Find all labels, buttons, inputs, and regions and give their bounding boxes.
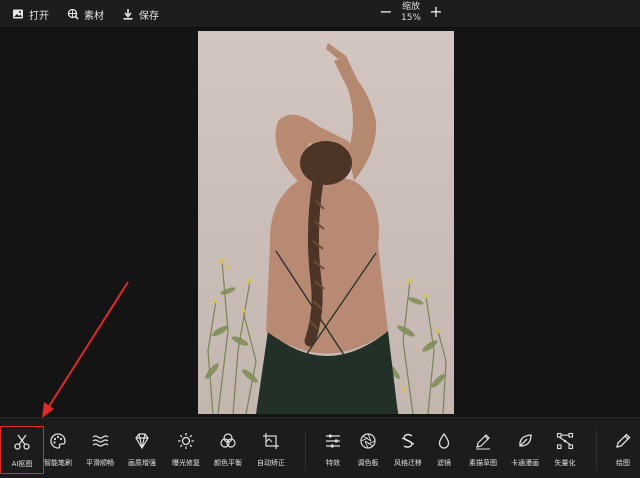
tool-label: 绘图 <box>616 459 630 467</box>
open-button[interactable]: 打开 <box>12 6 49 22</box>
tool-filter[interactable]: 滤镜 <box>422 426 466 474</box>
tool-label: 矢量化 <box>554 459 576 467</box>
assets-label: 素材 <box>84 10 104 22</box>
photo-image <box>198 31 454 414</box>
dollar-style-icon <box>401 433 415 448</box>
tool-smooth[interactable]: 平滑顺畅 <box>78 426 122 474</box>
vector-nodes-icon <box>556 432 574 450</box>
color-circles-icon <box>220 433 236 448</box>
bottom-toolbar: AI抠图 智能笔刷 平滑顺畅 画质增强 曝光修复 颜色平衡 自动矫正 特效 调色… <box>0 417 640 478</box>
tool-label: AI抠图 <box>11 460 33 468</box>
tool-sketch[interactable]: 素描草图 <box>461 426 505 474</box>
diamond-icon <box>135 433 149 450</box>
pencil-sketch-icon <box>476 434 490 450</box>
toolbar-divider <box>305 430 306 470</box>
tool-label: 画质增强 <box>128 459 156 467</box>
scissors-icon <box>14 434 30 450</box>
tool-label: 平滑顺畅 <box>86 459 114 467</box>
tool-quality-enhance[interactable]: 画质增强 <box>120 426 164 474</box>
crop-icon <box>263 433 279 449</box>
image-icon <box>13 9 23 19</box>
tool-vectorize[interactable]: 矢量化 <box>543 426 587 474</box>
zoom-readout: 缩放 15% <box>397 2 425 24</box>
download-icon <box>123 9 133 20</box>
leaf-icon <box>519 434 532 447</box>
tool-smart-brush[interactable]: 智能笔刷 <box>36 426 80 474</box>
tool-exposure-fix[interactable]: 曝光修复 <box>164 426 208 474</box>
waves-icon <box>92 435 109 447</box>
sun-icon <box>178 433 194 449</box>
tool-color-balance[interactable]: 颜色平衡 <box>206 426 250 474</box>
tool-label: 自动矫正 <box>257 459 285 467</box>
globe-search-icon <box>67 8 79 20</box>
tool-label: 调色板 <box>357 459 379 467</box>
pen-icon <box>616 433 631 448</box>
tool-label: 素描草图 <box>469 459 497 467</box>
toolbar-divider <box>596 430 597 470</box>
open-label: 打开 <box>29 10 49 22</box>
aperture-icon <box>360 433 376 449</box>
save-button[interactable]: 保存 <box>122 6 159 22</box>
tool-label: 滤镜 <box>437 459 451 467</box>
tool-palette[interactable]: 调色板 <box>346 426 390 474</box>
sliders-icon <box>326 434 340 448</box>
zoom-value: 15% <box>400 13 421 23</box>
tool-label: 颜色平衡 <box>214 459 242 467</box>
save-label: 保存 <box>139 10 159 22</box>
zoom-out-button[interactable]: − <box>378 4 394 20</box>
tool-label: 特效 <box>326 459 340 467</box>
tool-cartoon[interactable]: 卡通漫画 <box>503 426 547 474</box>
tool-auto-correct[interactable]: 自动矫正 <box>249 426 293 474</box>
tool-draw[interactable]: 绘图 <box>601 426 640 474</box>
tool-label: 智能笔刷 <box>44 459 72 467</box>
zoom-title: 缩放 <box>401 2 420 12</box>
tool-label: 风格迁移 <box>394 459 422 467</box>
drop-icon <box>438 432 450 449</box>
photo-illustration <box>205 43 447 414</box>
top-toolbar: 打开 素材 保存 − 缩放 15% + <box>0 0 640 28</box>
palette-icon <box>50 433 66 449</box>
assets-button[interactable]: 素材 <box>67 6 104 22</box>
tool-label: 曝光修复 <box>172 459 200 467</box>
tool-label: 卡通漫画 <box>511 459 539 467</box>
zoom-in-button[interactable]: + <box>428 4 444 20</box>
canvas-area[interactable] <box>0 28 640 417</box>
